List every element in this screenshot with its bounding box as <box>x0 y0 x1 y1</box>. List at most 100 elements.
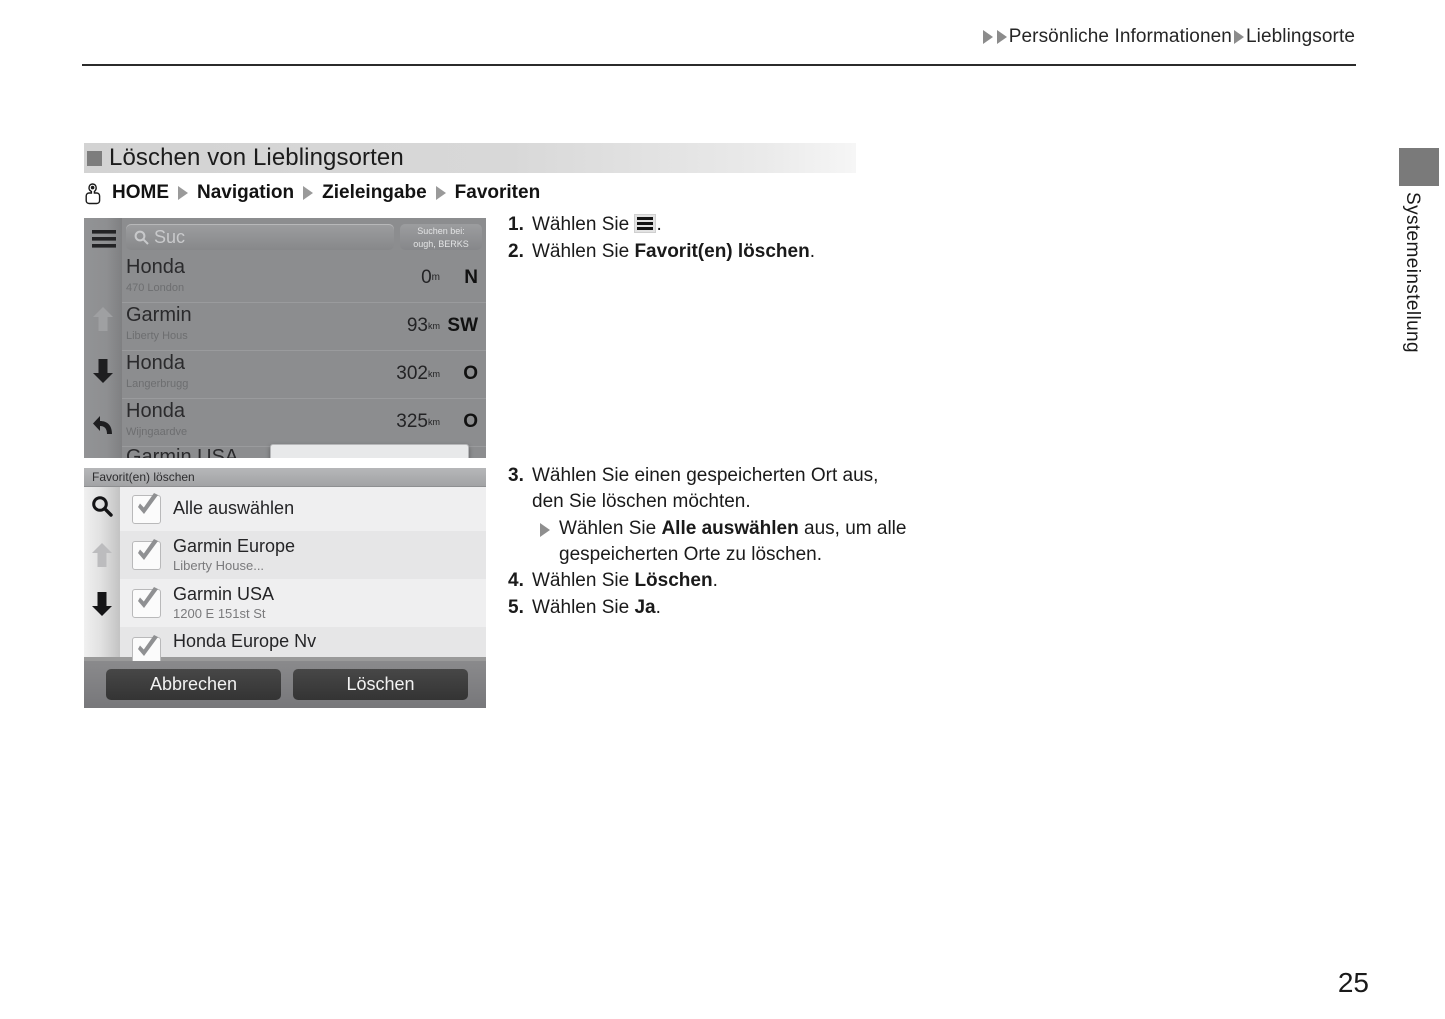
item-name: Garmin Europe <box>173 536 296 556</box>
row-direction: SW <box>447 315 478 336</box>
hamburger-menu-icon[interactable] <box>92 230 116 253</box>
checkmark-icon[interactable] <box>132 493 161 524</box>
device2-title: Favorit(en) löschen <box>92 470 195 484</box>
page-title: Löschen von Lieblingsorten <box>109 144 404 171</box>
arrow-up-icon[interactable] <box>92 306 114 337</box>
step-number: 4. <box>508 570 524 591</box>
breadcrumb-item-personal-info: Persönliche Informationen <box>1008 26 1232 47</box>
arrow-down-icon[interactable] <box>92 358 114 389</box>
instruction-steps-1-2: 1. Wählen Sie . 2. Wählen Sie Favorit(en… <box>508 212 928 266</box>
triangle-right-icon <box>1233 30 1244 44</box>
magnifier-icon <box>134 230 149 245</box>
step-text: Wählen Sie Ja. <box>532 597 661 618</box>
cancel-button[interactable]: Abbrechen <box>106 669 281 700</box>
row-sub: 470 London <box>126 282 185 294</box>
row-sub: Liberty Hous <box>126 330 188 342</box>
step-text: Wählen Sie Favorit(en) löschen. <box>532 241 815 262</box>
step-number: 2. <box>508 241 524 262</box>
triangle-right-icon <box>996 30 1007 44</box>
row-name: Honda <box>126 256 185 278</box>
step-number: 1. <box>508 214 524 235</box>
list-item[interactable]: Alle auswählen <box>120 487 486 532</box>
row-direction: O <box>463 411 478 432</box>
substep-text: Wählen Sie Alle auswählen aus, um alle g… <box>559 518 907 565</box>
device-screenshot-favorites-list: Suc Suchen bei: ough, BERKS Honda 470 Lo… <box>84 218 486 458</box>
square-bullet-icon <box>87 151 102 166</box>
device1-list-row[interactable]: Honda Langerbrugg 302km O <box>122 350 486 399</box>
path-item-destination-entry: Zieleingabe <box>322 182 427 203</box>
step-5: 5. Wählen Sie Ja. <box>508 595 908 621</box>
row-sub: Wijngaardve <box>126 426 188 438</box>
device1-search-scope-line2: ough, BERKS <box>413 239 469 249</box>
list-item[interactable]: Garmin USA 1200 E 151st St <box>120 579 486 628</box>
item-sub: 1200 E 151st St <box>173 606 266 621</box>
step-4: 4. Wählen Sie Löschen. <box>508 568 908 594</box>
keyword-select-all: Alle auswählen <box>661 518 799 539</box>
device1-list-row[interactable]: Honda Wijngaardve 325km O <box>122 398 486 447</box>
delete-button[interactable]: Löschen <box>293 669 468 700</box>
triangle-right-icon <box>435 186 446 200</box>
row-name: Garmin USA <box>126 446 239 458</box>
device2-favorites-list: Alle auswählen Garmin Europe Liberty Hou… <box>120 487 486 666</box>
row-sub: Langerbrugg <box>126 378 189 390</box>
step-text: Wählen Sie . <box>532 214 662 235</box>
device1-search-scope-line1: Suchen bei: <box>417 226 465 236</box>
path-item-favorites: Favoriten <box>454 182 541 203</box>
checkmark-icon[interactable] <box>132 587 161 618</box>
breadcrumb: Persönliche Informationen Lieblingsorte <box>981 26 1355 48</box>
item-name: Garmin USA <box>173 584 275 604</box>
keyword-delete-favorites: Favorit(en) löschen <box>634 241 810 262</box>
device1-search-scope[interactable]: Suchen bei: ough, BERKS <box>400 224 482 250</box>
side-tab-label: Systemeinstellung <box>1402 192 1423 353</box>
hand-pointer-icon <box>85 183 101 205</box>
path-item-navigation: Navigation <box>197 182 295 203</box>
delete-favorites-dialog: Favorit(en) löschen Abbrechen <box>270 444 469 458</box>
keyword-yes: Ja <box>634 597 656 618</box>
row-distance: 0m <box>421 267 440 288</box>
device-screenshot-delete-favorites: Favorit(en) löschen Alle auswählen Garmi… <box>84 468 486 708</box>
device1-search-placeholder: Suc <box>154 227 186 247</box>
magnifier-icon[interactable] <box>91 495 113 522</box>
row-distance: 93km <box>406 315 440 336</box>
arrow-down-icon[interactable] <box>91 591 113 622</box>
list-item[interactable]: Garmin Europe Liberty House... <box>120 531 486 580</box>
item-name: Alle auswählen <box>173 498 295 518</box>
row-name: Honda <box>126 352 185 374</box>
triangle-right-icon <box>178 186 188 200</box>
step-1: 1. Wählen Sie . <box>508 212 928 238</box>
row-name: Honda <box>126 400 185 422</box>
row-direction: N <box>464 267 478 288</box>
instruction-steps-3-5: 3. Wählen Sie einen gespeicherten Ort au… <box>508 463 908 622</box>
step-3: 3. Wählen Sie einen gespeicherten Ort au… <box>508 463 908 515</box>
device2-sidebar <box>84 487 120 657</box>
header-divider <box>82 64 1356 66</box>
triangle-right-icon <box>540 523 550 537</box>
triangle-right-icon <box>982 30 993 44</box>
arrow-up-icon[interactable] <box>91 542 113 573</box>
list-item[interactable]: Honda Europe Nv <box>120 627 486 666</box>
item-name: Honda Europe Nv <box>173 631 317 651</box>
step-text: Wählen Sie einen gespeicherten Ort aus, … <box>532 465 879 512</box>
device1-sidebar <box>84 218 122 458</box>
page-number: 25 <box>1337 967 1369 998</box>
device1-list-row[interactable]: Garmin Liberty Hous 93km SW <box>122 302 486 351</box>
keyword-delete: Löschen <box>634 570 713 591</box>
navigation-path: HOME Navigation Zieleingabe Favoriten <box>84 181 542 205</box>
step-2: 2. Wählen Sie Favorit(en) löschen. <box>508 239 928 265</box>
step-3-substep: Wählen Sie Alle auswählen aus, um alle g… <box>538 516 908 568</box>
row-distance: 325km <box>396 411 440 432</box>
path-item-home: HOME <box>112 182 169 203</box>
hamburger-menu-icon <box>634 214 657 233</box>
row-direction: O <box>463 363 478 384</box>
device1-list-row[interactable]: Honda 470 London 0m N <box>122 254 486 303</box>
row-distance: 302km <box>396 363 440 384</box>
triangle-right-icon <box>303 186 314 200</box>
breadcrumb-item-favorites: Lieblingsorte <box>1245 26 1355 47</box>
step-text: Wählen Sie Löschen. <box>532 570 718 591</box>
step-number: 5. <box>508 597 524 618</box>
side-tab-marker <box>1399 148 1439 186</box>
item-sub: Liberty House... <box>173 558 265 573</box>
checkmark-icon[interactable] <box>132 539 161 570</box>
back-arrow-icon[interactable] <box>92 413 116 442</box>
row-name: Garmin <box>126 304 192 326</box>
